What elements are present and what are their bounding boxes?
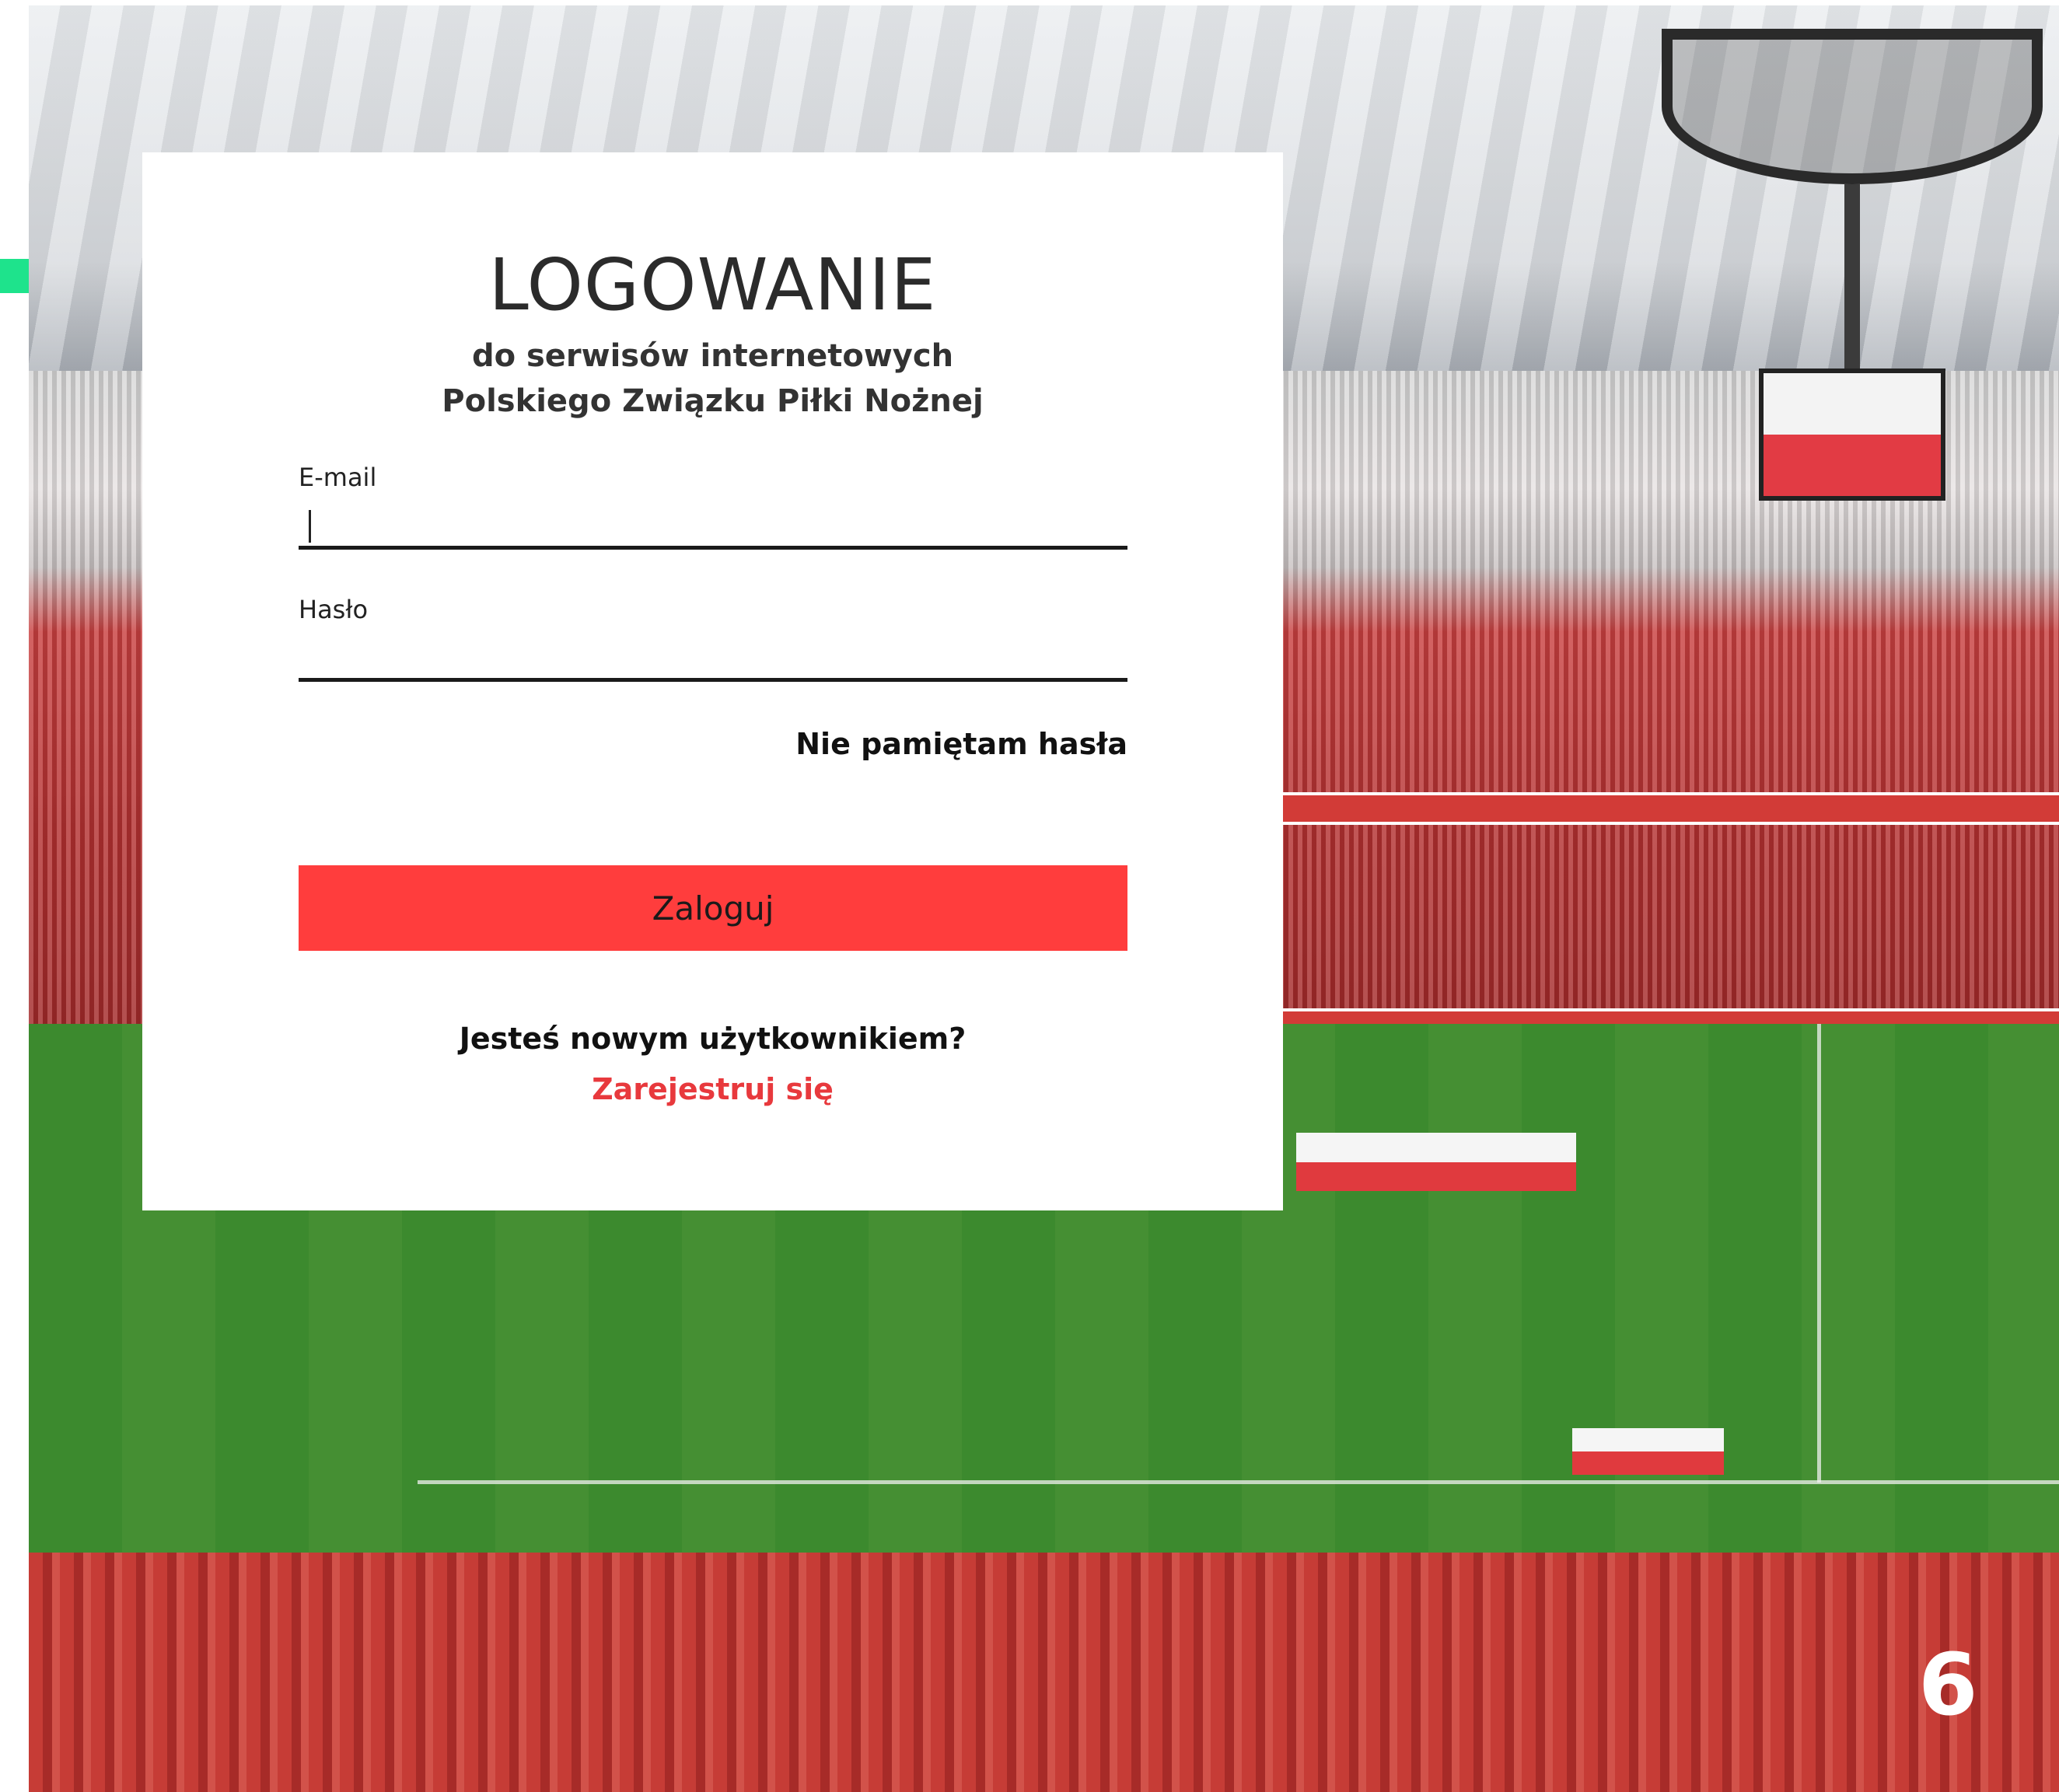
pitch-halfway-line <box>1817 1024 1821 1483</box>
new-user-text: Jesteś nowym użytkownikiem? <box>459 1022 967 1056</box>
register-link[interactable]: Zarejestruj się <box>142 1072 1283 1106</box>
subtitle-line-1: do serwisów internetowych <box>471 338 954 374</box>
roof-ring-light <box>1662 29 2043 184</box>
ad-board-upper <box>1281 792 2059 825</box>
side-accent-tab <box>0 259 29 293</box>
login-button[interactable]: Zaloguj <box>299 865 1127 951</box>
page-subtitle: do serwisów internetowych Polskiego Zwią… <box>142 334 1283 424</box>
crowd-foreground <box>29 1553 2059 1792</box>
email-input[interactable] <box>299 505 1127 550</box>
login-card: LOGOWANIE do serwisów internetowych Pols… <box>142 152 1283 1210</box>
password-label: Hasło <box>299 595 369 624</box>
forgot-password-link[interactable]: Nie pamiętam hasła <box>795 727 1127 761</box>
email-label: E-mail <box>299 463 377 492</box>
subtitle-line-2: Polskiego Związku Piłki Nożnej <box>442 383 984 419</box>
video-screen-flag <box>1759 369 1945 501</box>
password-input[interactable] <box>299 637 1127 682</box>
page-title: LOGOWANIE <box>488 243 937 327</box>
screen-mast <box>1844 184 1860 371</box>
text-caret <box>309 510 311 543</box>
pitch-flag-small <box>1572 1428 1724 1475</box>
pitch-flag-large <box>1296 1133 1576 1191</box>
pitch-touchline <box>418 1480 2059 1484</box>
broadcast-badge: 6 <box>1918 1635 1978 1734</box>
